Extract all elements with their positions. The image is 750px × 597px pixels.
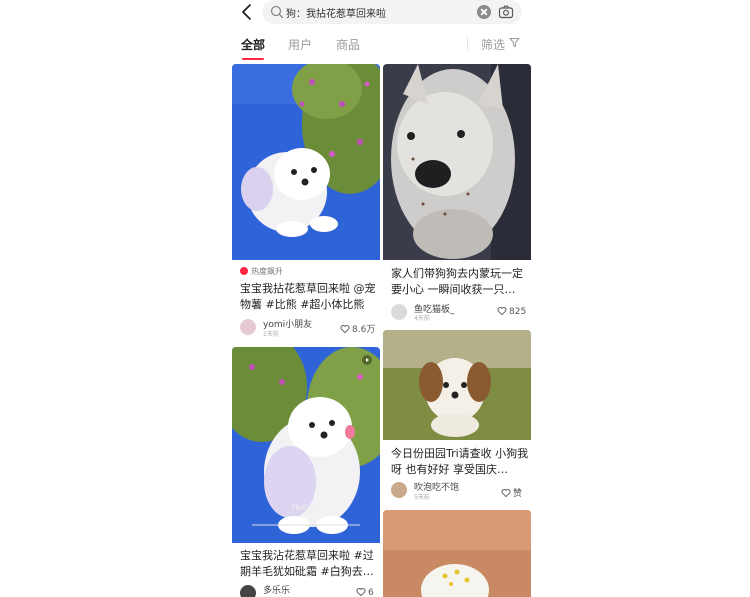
search-input[interactable]: 狗：我拈花惹草回来啦: [286, 5, 386, 20]
avatar[interactable]: [391, 482, 407, 498]
video-play-icon: [362, 355, 372, 365]
hot-tag-label: 热度飙升: [251, 267, 283, 276]
post-time: 5天前: [414, 494, 430, 501]
hot-tag: 热度飙升: [240, 266, 283, 277]
search-box[interactable]: 狗：我拈花惹草回来啦: [262, 0, 522, 24]
search-header: 狗：我拈花惹草回来啦: [0, 0, 750, 26]
note-title[interactable]: 宝宝我拈花惹草回来啦 @宠物薯 #比熊 #超小体比熊 …: [240, 281, 378, 313]
result-tabs: 全部 用户 商品 筛选: [0, 30, 750, 60]
heart-icon: [340, 325, 350, 334]
like-button[interactable]: 8.6万: [340, 322, 375, 335]
like-count: 6: [368, 588, 374, 597]
note-title[interactable]: 今日份田园Tri请查收 小狗我呀 也有好好 享受国庆…: [391, 446, 529, 478]
note-cover-image: [383, 510, 531, 597]
search-results-screen: 狗：我拈花惹草回来啦 全部 用户 商品 筛选 热度飙升 宝宝我拈花惹草回来啦 @…: [0, 0, 750, 597]
tab-products[interactable]: 商品: [336, 36, 360, 53]
like-count: 825: [509, 307, 527, 317]
like-button[interactable]: 6: [356, 587, 374, 597]
back-icon[interactable]: [240, 3, 254, 21]
note-title[interactable]: 家人们带狗狗去内蒙玩一定要小心 一瞬间收获一只…: [391, 266, 529, 298]
filter-label: 筛选: [481, 38, 506, 52]
camera-icon[interactable]: [498, 4, 514, 20]
author-name[interactable]: 多乐乐: [263, 583, 290, 596]
avatar[interactable]: [240, 585, 256, 597]
like-count: 8.6万: [352, 325, 376, 335]
search-icon: [270, 5, 284, 19]
note-card[interactable]: 今日份田园Tri请查收 小狗我呀 也有好好 享受国庆… 吹泡吃不饱 5天前 赞: [383, 330, 531, 506]
note-cover-image: [383, 330, 531, 440]
like-button[interactable]: 825: [497, 306, 526, 317]
like-count: 赞: [513, 489, 523, 499]
tab-divider: [467, 36, 468, 50]
post-time: 4天前: [414, 315, 430, 322]
avatar[interactable]: [240, 319, 256, 335]
like-button[interactable]: 赞: [501, 486, 522, 499]
heart-icon: [497, 307, 507, 316]
note-cover-image: [383, 64, 531, 260]
note-card[interactable]: 热度飙升 宝宝我拈花惹草回来啦 @宠物薯 #比熊 #超小体比熊 … yomi小朋…: [232, 64, 380, 340]
clear-icon[interactable]: [477, 5, 491, 19]
note-card[interactable]: [383, 510, 531, 597]
tab-users[interactable]: 用户: [288, 36, 312, 53]
note-cover-image: [232, 347, 380, 543]
note-title[interactable]: 宝宝我沾花惹草回来啦 #过期羊毛犹如砒霜 #白狗去…: [240, 548, 378, 580]
flame-icon: [240, 267, 248, 275]
post-time: 1天前: [263, 331, 279, 338]
heart-icon: [501, 489, 511, 498]
tab-all[interactable]: 全部: [241, 36, 265, 53]
heart-icon: [356, 588, 366, 597]
filter-icon: [509, 38, 520, 47]
note-card[interactable]: 家人们带狗狗去内蒙玩一定要小心 一瞬间收获一只… 鱼吃猫板_ 4天前 825: [383, 64, 531, 326]
filter-button[interactable]: 筛选: [481, 36, 520, 53]
active-tab-indicator: [242, 58, 264, 60]
note-cover-image: [232, 64, 380, 260]
note-card[interactable]: Holiday 宝宝我沾花惹草回来啦 #过期羊毛犹如砒霜 #白狗去… 多乐乐 6: [232, 347, 380, 597]
video-overlay-text: Holiday: [292, 503, 323, 512]
avatar[interactable]: [391, 304, 407, 320]
